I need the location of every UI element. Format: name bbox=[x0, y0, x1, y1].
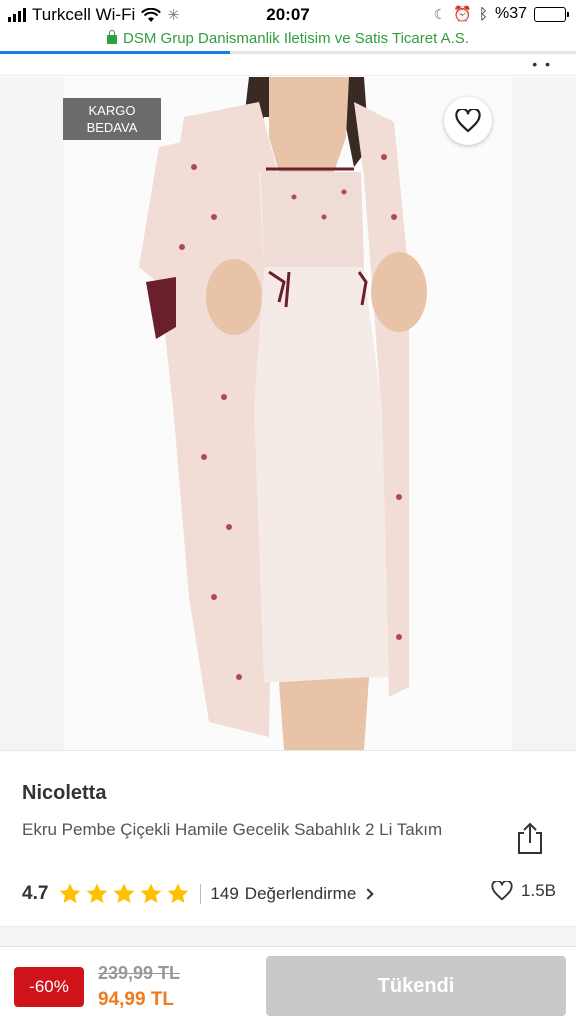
new-price: 94,99 TL bbox=[98, 989, 175, 1010]
review-label: Değerlendirme bbox=[244, 884, 357, 903]
status-right: ☾ ⏰ ᛒ %37 bbox=[433, 5, 569, 23]
battery-percent: %37 bbox=[494, 5, 527, 22]
rating-stars bbox=[58, 882, 190, 906]
product-title: Ekru Pembe Çiçekli Hamile Gecelik Sabahl… bbox=[22, 820, 443, 839]
free-shipping-badge: KARGO BEDAVA bbox=[63, 98, 161, 140]
favorites-value: 1.5B bbox=[521, 881, 556, 900]
badge-line-2: BEDAVA bbox=[86, 120, 138, 135]
status-bar: Turkcell Wi-Fi ✳ 20:07 ☾ ⏰ ᛒ %37 bbox=[0, 0, 576, 30]
rating-value: 4.7 bbox=[22, 883, 49, 904]
purchase-bar: -60% 239,99 TL 94,99 TL Tükendi bbox=[0, 946, 576, 1024]
star-icon bbox=[60, 883, 81, 903]
favorites-count[interactable]: 1.5B bbox=[491, 881, 556, 901]
star-icon bbox=[168, 883, 189, 903]
product-photo bbox=[139, 77, 427, 750]
rating-row[interactable]: 4.7 149 Değerlendirme bbox=[22, 881, 374, 907]
url-bar[interactable]: DSM Grup Danismanlik Iletisim ve Satis T… bbox=[0, 30, 576, 52]
review-count: 149 bbox=[210, 884, 239, 903]
bluetooth-icon: ᛒ bbox=[478, 5, 488, 23]
product-image[interactable]: KARGO BEDAVA bbox=[0, 77, 576, 750]
heart-outline-icon bbox=[491, 881, 513, 901]
badge-line-1: KARGO bbox=[88, 103, 136, 118]
star-icon bbox=[87, 883, 108, 903]
alarm-icon: ⏰ bbox=[453, 6, 472, 23]
discount-badge: -60% bbox=[14, 967, 84, 1007]
favorite-button[interactable] bbox=[444, 97, 492, 145]
section-divider bbox=[0, 926, 576, 946]
sold-out-button[interactable]: Tükendi bbox=[266, 956, 566, 1016]
more-icon[interactable]: • • bbox=[532, 56, 552, 72]
brand-name[interactable]: Nicoletta bbox=[22, 782, 106, 805]
share-button[interactable] bbox=[514, 821, 546, 857]
moon-icon: ☾ bbox=[433, 5, 447, 22]
chevron-right-icon bbox=[362, 888, 374, 900]
site-title: DSM Grup Danismanlik Iletisim ve Satis T… bbox=[123, 30, 469, 47]
lock-icon bbox=[107, 30, 118, 44]
old-price: 239,99 TL bbox=[98, 963, 181, 983]
share-icon bbox=[518, 822, 542, 854]
battery-icon bbox=[534, 6, 569, 22]
rating-separator bbox=[200, 884, 202, 904]
product-info: Nicoletta Ekru Pembe Çiçekli Hamile Gece… bbox=[0, 750, 576, 950]
page-header-strip: • • bbox=[0, 54, 576, 76]
heart-icon bbox=[455, 109, 481, 133]
star-icon bbox=[114, 883, 135, 903]
star-icon bbox=[141, 883, 162, 903]
